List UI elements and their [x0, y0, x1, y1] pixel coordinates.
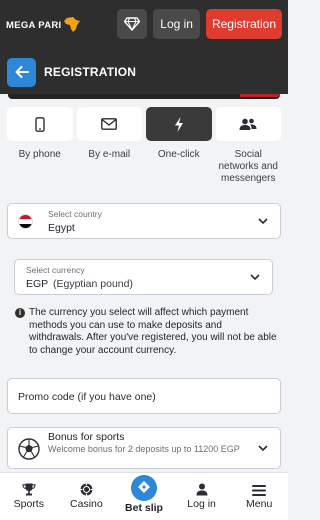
egypt-flag-icon [18, 214, 33, 229]
bet-slip-badge [130, 475, 157, 501]
currency-select[interactable]: Select currency EGP (Egyptian pound) [14, 259, 273, 295]
currency-notice: i The currency you select will affect wh… [15, 307, 277, 357]
hamburger-menu-icon [252, 485, 267, 496]
vip-diamond-button[interactable] [117, 9, 148, 39]
back-button[interactable] [7, 57, 36, 87]
nav-casino[interactable]: Casino [58, 473, 116, 520]
banner-accent [240, 94, 280, 97]
registration-header: REGISTRATION [0, 50, 288, 94]
login-button[interactable]: Log in [153, 9, 200, 39]
chevron-down-icon [258, 218, 268, 225]
user-icon [196, 483, 208, 496]
country-select[interactable]: Select country Egypt [7, 203, 281, 239]
notice-text: The currency you select will affect whic… [29, 307, 277, 356]
tab-social-networks-box [215, 107, 281, 141]
nav-bet-slip-label: Bet slip [125, 502, 163, 514]
soccer-ball-icon [18, 438, 40, 460]
tab-label: By phone [18, 149, 61, 160]
nav-sports[interactable]: Sports [0, 473, 58, 520]
tab-label: By e-mail [88, 149, 131, 160]
diamond-icon [124, 17, 141, 31]
tab-one-click-box [146, 107, 212, 141]
arrow-left-icon [15, 66, 29, 78]
tab-by-email[interactable]: By e-mail [76, 107, 142, 185]
tab-by-phone[interactable]: By phone [7, 107, 73, 185]
promo-placeholder: Promo code (if you have one) [18, 391, 156, 403]
currency-name: (Egyptian pound) [53, 278, 133, 290]
logo-text: MEGA PARI [6, 19, 62, 31]
registration-method-tabs: By phone By e-mail One-click Social netw… [7, 107, 281, 185]
megapari-logo[interactable]: MEGA PARI [6, 17, 81, 33]
tab-by-email-box [76, 107, 142, 141]
chevron-down-icon [258, 445, 268, 452]
bottom-navigation: Sports Casino Bet slip Log in Menu [0, 472, 288, 520]
currency-code: EGP [26, 278, 49, 290]
currency-section: Select currency EGP (Egyptian pound) [7, 251, 281, 299]
tab-by-phone-box [7, 107, 73, 141]
nav-menu-label: Menu [246, 498, 273, 510]
nav-login[interactable]: Log in [173, 473, 231, 520]
bonus-select[interactable]: Bonus for sports Welcome bonus for 2 dep… [7, 427, 281, 469]
info-icon: i [15, 308, 25, 318]
envelope-icon [101, 118, 118, 130]
nav-sports-label: Sports [13, 498, 44, 510]
trophy-icon [22, 483, 36, 496]
tab-social-networks[interactable]: Social networks and messengers [215, 107, 281, 185]
nav-casino-label: Casino [70, 498, 103, 510]
africa-icon [64, 17, 81, 32]
bonus-title: Bonus for sports [48, 431, 125, 443]
nav-login-label: Log in [187, 498, 216, 510]
tab-one-click[interactable]: One-click [146, 107, 212, 185]
country-value: Egypt [48, 222, 75, 234]
phone-icon [35, 116, 45, 132]
page-title: REGISTRATION [44, 65, 137, 79]
lightning-icon [174, 116, 183, 132]
top-bar: MEGA PARI Log in Registration [0, 0, 288, 50]
bonus-description: Welcome bonus for 2 deposits up to 11200… [48, 444, 240, 454]
registration-button[interactable]: Registration [205, 9, 282, 39]
chevron-down-icon [250, 274, 260, 281]
people-icon [239, 118, 257, 130]
promo-code-input[interactable]: Promo code (if you have one) [7, 378, 281, 414]
nav-menu[interactable]: Menu [230, 473, 288, 520]
tab-label: One-click [157, 149, 200, 160]
tab-label: Social networks and messengers [218, 149, 278, 184]
ticket-icon [137, 481, 150, 493]
country-caption: Select country [48, 209, 102, 219]
nav-bet-slip[interactable]: Bet slip [115, 473, 173, 520]
casino-chip-icon [80, 483, 93, 496]
currency-caption: Select currency [26, 265, 85, 275]
